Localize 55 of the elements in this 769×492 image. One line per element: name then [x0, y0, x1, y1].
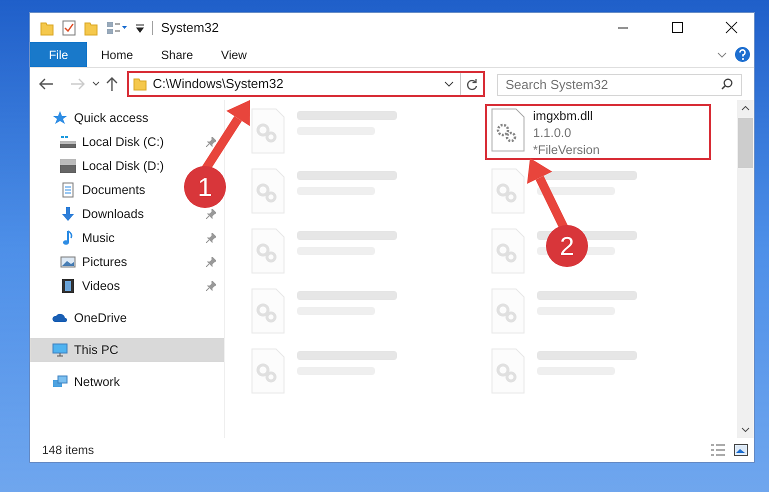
callout-badge [546, 225, 588, 267]
nav-item[interactable]: Network [30, 370, 128, 394]
nav-item[interactable]: Local Disk (D:) [30, 154, 172, 178]
nav-item[interactable]: Music [30, 226, 224, 250]
monitor-icon [52, 342, 68, 358]
nav-item[interactable]: OneDrive [30, 306, 135, 330]
refresh-icon[interactable] [466, 78, 478, 90]
nav-item[interactable]: Local Disk (C:) [30, 130, 224, 154]
window-title: System32 [161, 18, 219, 37]
file-item[interactable]: imgxbm.dll 1.1.0.0 *FileVersion [485, 104, 711, 160]
address-path: C:\Windows\System32 [152, 75, 284, 94]
picture-icon [60, 254, 76, 270]
nav-item[interactable]: Documents [30, 178, 154, 202]
search-icon [721, 78, 733, 90]
nav-item[interactable]: Videos [30, 274, 224, 298]
checklist-icon[interactable] [62, 20, 76, 36]
callout-badge [184, 166, 226, 208]
ribbon-tab[interactable]: Share [147, 42, 208, 67]
up-arrow-icon[interactable] [106, 76, 118, 92]
network-icon [52, 374, 68, 390]
nav-item[interactable]: Pictures [30, 250, 224, 274]
drive-icon [60, 134, 76, 150]
star-icon [52, 110, 68, 126]
large-icons-view-icon[interactable] [734, 444, 748, 456]
help-icon[interactable] [735, 47, 750, 62]
file-detail: 1.1.0.0 [533, 125, 572, 142]
nav-item[interactable]: This PC [30, 338, 224, 362]
file-name: imgxbm.dll [533, 108, 594, 125]
dropdown-icon[interactable] [136, 22, 144, 32]
search-field[interactable]: Search System32 [496, 74, 742, 96]
ribbon-tab[interactable]: Home [87, 42, 148, 67]
file-gears-icon [491, 108, 525, 152]
chevron-down-icon[interactable] [741, 427, 750, 433]
scrollbar[interactable] [737, 100, 754, 438]
address-bar[interactable]: C:\Windows\System32 [126, 71, 485, 97]
chevron-up-icon[interactable] [741, 105, 750, 111]
document-icon [60, 182, 76, 198]
film-icon [60, 278, 76, 294]
download-arrow-icon [60, 206, 76, 222]
back-arrow-icon[interactable] [38, 78, 54, 90]
drive-icon [60, 158, 76, 174]
item-count: 148 items [42, 442, 94, 459]
details-view-icon[interactable] [710, 444, 726, 456]
chevron-down-icon[interactable] [444, 81, 454, 87]
nav-item[interactable]: Quick access [30, 106, 156, 130]
callout-number: 2 [560, 231, 574, 261]
scrollbar-thumb[interactable] [738, 118, 753, 168]
ribbon-tab[interactable]: View [207, 42, 261, 67]
chevron-down-icon[interactable] [92, 81, 100, 87]
file-detail: *FileVersion [533, 142, 600, 159]
nav-item[interactable]: Downloads [30, 202, 224, 226]
folder-icon [132, 77, 147, 91]
callout-number: 1 [198, 172, 212, 202]
properties-icon[interactable] [106, 20, 128, 34]
file-menu-button[interactable]: File [30, 42, 87, 67]
